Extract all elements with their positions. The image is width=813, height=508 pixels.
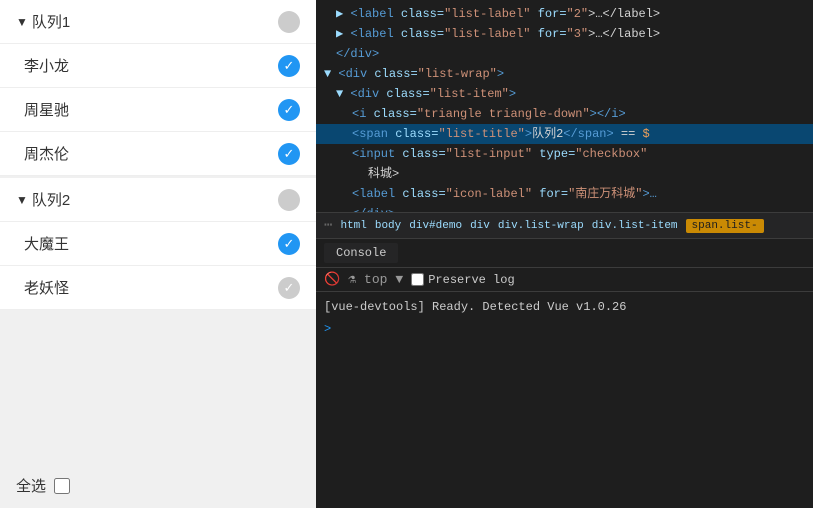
item-laoyaoguai-label: 老妖怪 <box>16 277 278 298</box>
item-zhouzingchi[interactable]: 周星驰 ✓ <box>0 88 316 132</box>
item-lixiaolong-checkbox[interactable]: ✓ <box>278 55 300 77</box>
console-toolbar: 🚫 ⚗ top ▼ Preserve log <box>316 268 813 292</box>
group1-section: ▼ 队列1 李小龙 ✓ 周星驰 ✓ 周杰伦 ✓ <box>0 0 316 176</box>
item-laoyaoguai-check-icon: ✓ <box>284 281 295 294</box>
select-all-checkbox[interactable] <box>54 478 70 494</box>
devtools-elements[interactable]: ▶ <label class="list-label" for="2">…</l… <box>316 0 813 212</box>
code-line-7-selected[interactable]: <span class="list-title">队列2</span> == $ <box>316 124 813 144</box>
group2-label: 队列2 <box>32 189 278 210</box>
code-line-11[interactable]: </div> <box>316 204 813 212</box>
no-entry-icon[interactable]: 🚫 <box>324 272 340 287</box>
code-line-10[interactable]: <label class="icon-label" for="南庄万科城">… <box>316 184 813 204</box>
group1-label: 队列1 <box>32 11 278 32</box>
breadcrumb-active[interactable]: span.list- <box>686 219 764 233</box>
group2-triangle-icon: ▼ <box>16 193 28 207</box>
footer-bar: 全选 <box>0 463 316 508</box>
dropdown-icon[interactable]: ▼ <box>395 272 403 287</box>
item-damowang-checkbox[interactable]: ✓ <box>278 233 300 255</box>
item-lixiaolong-label: 李小龙 <box>16 55 278 76</box>
preserve-log-label: Preserve log <box>428 273 514 287</box>
item-zhouzingchi-label: 周星驰 <box>16 99 278 120</box>
left-panel: ▼ 队列1 李小龙 ✓ 周星驰 ✓ 周杰伦 ✓ ▼ <box>0 0 316 508</box>
breadcrumb-html[interactable]: html <box>340 220 366 232</box>
group2-section: ▼ 队列2 大魔王 ✓ 老妖怪 ✓ <box>0 178 316 310</box>
item-zhoujelun[interactable]: 周杰伦 ✓ <box>0 132 316 176</box>
code-line-8[interactable]: <input class="list-input" type="checkbox… <box>316 144 813 164</box>
filter-select[interactable]: top <box>364 272 387 287</box>
group1-header[interactable]: ▼ 队列1 <box>0 0 316 44</box>
item-zhoujelun-check-icon: ✓ <box>284 147 295 160</box>
item-laoyaoguai[interactable]: 老妖怪 ✓ <box>0 266 316 310</box>
item-lixiaolong-check-icon: ✓ <box>284 59 295 72</box>
code-line-6[interactable]: <i class="triangle triangle-down"></i> <box>316 104 813 124</box>
group1-checkbox[interactable] <box>278 11 300 33</box>
console-tab[interactable]: Console <box>324 243 398 263</box>
breadcrumb-body[interactable]: body <box>375 220 401 232</box>
select-all-label: 全选 <box>16 475 46 496</box>
group2-header[interactable]: ▼ 队列2 <box>0 178 316 222</box>
group2-checkbox[interactable] <box>278 189 300 211</box>
breadcrumb-listwrap[interactable]: div.list-wrap <box>498 220 584 232</box>
code-line-1[interactable]: ▶ <label class="list-label" for="2">…</l… <box>316 4 813 24</box>
item-zhouzingchi-checkbox[interactable]: ✓ <box>278 99 300 121</box>
code-line-2[interactable]: ▶ <label class="list-label" for="3">…</l… <box>316 24 813 44</box>
item-zhoujelun-label: 周杰伦 <box>16 143 278 164</box>
item-damowang[interactable]: 大魔王 ✓ <box>0 222 316 266</box>
code-line-3[interactable]: </div> <box>316 44 813 64</box>
item-damowang-label: 大魔王 <box>16 233 278 254</box>
item-zhoujelun-checkbox[interactable]: ✓ <box>278 143 300 165</box>
item-laoyaoguai-checkbox[interactable]: ✓ <box>278 277 300 299</box>
breadcrumb-div[interactable]: div <box>470 220 490 232</box>
breadcrumb-bar: ⋯ html body div#demo div div.list-wrap d… <box>316 212 813 239</box>
devtools-panel: ▶ <label class="list-label" for="2">…</l… <box>316 0 813 508</box>
code-line-5[interactable]: ▼ <div class="list-item"> <box>316 84 813 104</box>
filter-icon[interactable]: ⚗ <box>348 272 356 287</box>
breadcrumb-divdemo[interactable]: div#demo <box>409 220 462 232</box>
item-damowang-check-icon: ✓ <box>284 237 295 250</box>
console-tab-bar: Console <box>316 239 813 268</box>
code-line-9[interactable]: 科城> <box>316 164 813 184</box>
item-zhouzingchi-check-icon: ✓ <box>284 103 295 116</box>
console-line-1: [vue-devtools] Ready. Detected Vue v1.0.… <box>324 298 805 316</box>
item-lixiaolong[interactable]: 李小龙 ✓ <box>0 44 316 88</box>
preserve-log-checkbox[interactable] <box>411 273 424 286</box>
group1-triangle-icon: ▼ <box>16 15 28 29</box>
console-output: [vue-devtools] Ready. Detected Vue v1.0.… <box>316 292 813 508</box>
console-prompt[interactable]: > <box>324 320 805 338</box>
breadcrumb-listitem[interactable]: div.list-item <box>592 220 678 232</box>
breadcrumb-dots[interactable]: ⋯ <box>324 217 332 234</box>
code-line-4[interactable]: ▼ <div class="list-wrap"> <box>316 64 813 84</box>
